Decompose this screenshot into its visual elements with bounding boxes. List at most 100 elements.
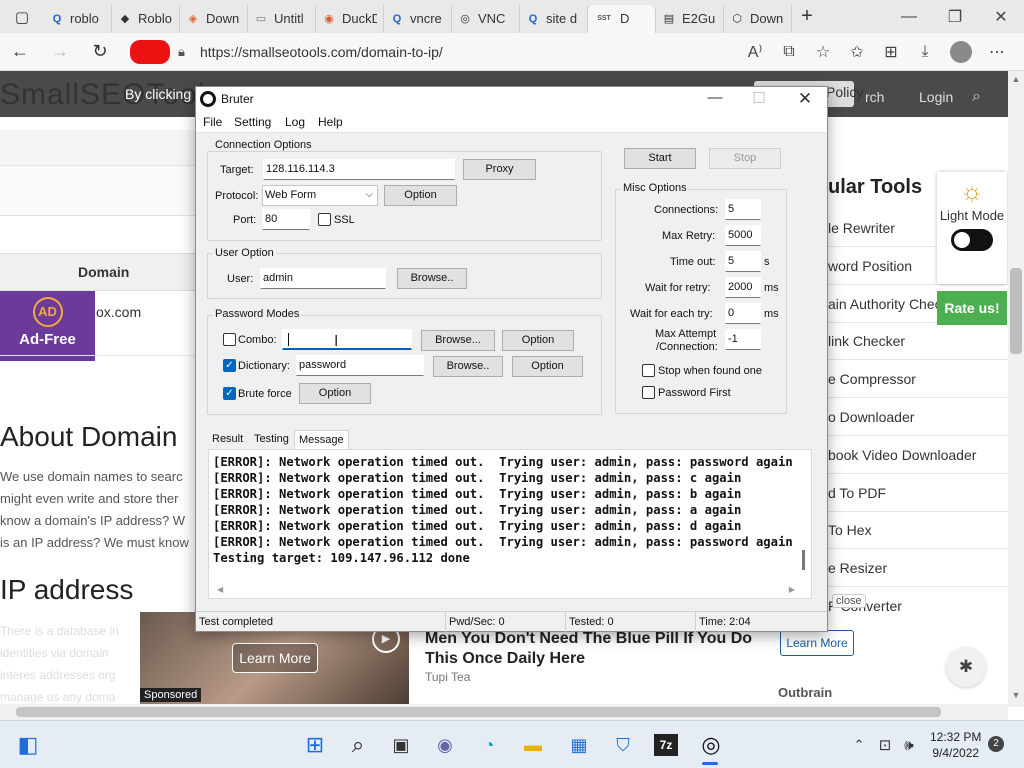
dictionary-browse-button[interactable]: Browse.. — [433, 356, 503, 377]
browser-tab[interactable]: ▭ Untitl — [248, 4, 316, 33]
rate-us-button[interactable]: Rate us! — [937, 291, 1007, 325]
dictionary-checkbox[interactable]: ✓ — [223, 359, 236, 372]
max-retry-input[interactable]: 5000 — [725, 225, 761, 246]
back-icon[interactable]: ← — [0, 33, 40, 71]
combo-checkbox[interactable] — [223, 333, 236, 346]
connections-input[interactable]: 5 — [725, 199, 761, 220]
browser-tab[interactable]: Qsite d — [520, 4, 588, 33]
bruter-minimize-icon[interactable]: — — [693, 89, 737, 106]
tool-link[interactable]: book Video Downloader — [828, 436, 1008, 474]
page-scrollbar-thumb[interactable] — [1010, 268, 1022, 354]
menu-setting[interactable]: Setting — [234, 115, 271, 129]
browser-tab[interactable]: ▤ E2Gu — [656, 4, 724, 33]
browser-tab[interactable]: ⬡ Down — [724, 4, 792, 33]
add-favorite-icon[interactable]: ☆ — [806, 42, 840, 62]
bruter-close-icon[interactable]: ✕ — [783, 89, 827, 109]
tool-link[interactable]: link Checker — [828, 322, 1008, 361]
password-first-checkbox[interactable] — [642, 386, 655, 399]
volume-icon[interactable]: 🕪︎ — [896, 732, 922, 758]
taskbar-clock[interactable]: 12:32 PM 9/4/2022 — [930, 729, 981, 761]
tab-actions-icon[interactable]: ▢ — [0, 0, 44, 33]
scroll-right-icon[interactable]: ▶ — [789, 585, 795, 594]
ssl-checkbox[interactable] — [318, 213, 331, 226]
tool-link[interactable]: o Downloader — [828, 398, 1008, 436]
page-scrollbar[interactable] — [1008, 71, 1024, 707]
menu-help[interactable]: Help — [318, 115, 343, 129]
tab-message[interactable]: Message — [294, 430, 349, 450]
stop-button[interactable]: Stop — [709, 148, 781, 169]
ad-learn-more-button[interactable]: Learn More — [780, 630, 854, 656]
wait-retry-input[interactable]: 2000 — [725, 277, 761, 298]
browser-tab[interactable]: ◆ Roblo — [112, 4, 180, 33]
tool-link[interactable]: e Resizer — [828, 549, 1008, 588]
tool-link[interactable]: d To PDF — [828, 474, 1008, 512]
brute-force-checkbox[interactable]: ✓ — [223, 387, 236, 400]
url-field[interactable]: 🔒︎ https://smallseotools.com/domain-to-i… — [178, 38, 658, 66]
user-input[interactable]: admin — [260, 268, 386, 289]
chevron-up-icon[interactable]: ⌃ — [846, 732, 872, 758]
more-menu-icon[interactable]: ⋯ — [980, 42, 1014, 62]
forward-icon[interactable]: → — [40, 33, 80, 71]
tool-link[interactable]: e Compressor — [828, 360, 1008, 399]
file-explorer-icon[interactable]: ▬ — [520, 732, 546, 758]
maximize-icon[interactable]: ❐ — [932, 0, 978, 33]
tab-result[interactable]: Result — [208, 430, 247, 450]
dictionary-input[interactable]: password — [296, 355, 424, 376]
close-icon[interactable]: ✕ — [978, 0, 1024, 33]
browser-tab[interactable]: ◉ DuckD — [316, 4, 384, 33]
security-shield-icon[interactable]: ⛉ — [610, 732, 636, 758]
browser-tab[interactable]: ◈ Down — [180, 4, 248, 33]
refresh-icon[interactable]: ↻ — [80, 33, 120, 71]
scroll-left-icon[interactable]: ◀ — [217, 585, 223, 594]
max-attempt-input[interactable]: -1 — [725, 329, 761, 350]
edge-icon[interactable]: ◔ — [476, 732, 502, 758]
scroll-down-icon[interactable]: ▼ — [1008, 690, 1024, 700]
outbrain-logo[interactable]: Outbrain — [778, 685, 832, 700]
dictionary-option-button[interactable]: Option — [512, 356, 583, 377]
taskbar-search-icon[interactable]: ⌕ — [345, 732, 371, 758]
notification-badge[interactable]: 2 — [988, 736, 1004, 752]
downloads-icon[interactable]: ⤓ — [908, 43, 942, 61]
menu-file[interactable]: File — [203, 115, 222, 129]
menu-log[interactable]: Log — [285, 115, 305, 129]
app-available-icon[interactable]: ⧉ — [772, 43, 806, 61]
combo-option-button[interactable]: Option — [502, 330, 574, 351]
log-vertical-scroll-thumb[interactable] — [802, 550, 805, 570]
stop-when-found-checkbox[interactable] — [642, 364, 655, 377]
store-icon[interactable]: ▦ — [566, 732, 592, 758]
chat-icon[interactable]: ◉ — [432, 732, 458, 758]
combo-input[interactable] — [282, 329, 412, 350]
browser-tab[interactable]: ◎ VNC — [452, 4, 520, 33]
light-mode-toggle[interactable] — [951, 229, 993, 251]
ad-headline[interactable]: Men You Don't Need The Blue Pill If You … — [425, 629, 770, 669]
brute-force-option-button[interactable]: Option — [299, 383, 371, 404]
profile-avatar[interactable] — [950, 41, 972, 63]
proxy-button[interactable]: Proxy — [463, 159, 536, 180]
sevenzip-icon[interactable]: 7z — [654, 734, 678, 756]
favorites-icon[interactable]: ✩ — [840, 42, 874, 62]
nav-login-link[interactable]: Login — [919, 89, 953, 105]
ad-image-learn-more-button[interactable]: Learn More — [232, 643, 318, 673]
nav-search-link[interactable]: rch — [865, 89, 884, 105]
start-button[interactable]: Start — [624, 148, 696, 169]
start-icon[interactable]: ⊞ — [302, 732, 328, 758]
task-view-icon[interactable]: ▣ — [388, 732, 414, 758]
protocol-option-button[interactable]: Option — [384, 185, 457, 206]
browser-tab[interactable]: Qroblo — [44, 4, 112, 33]
minimize-icon[interactable]: — — [886, 0, 932, 33]
bruter-maximize-icon[interactable]: ☐ — [737, 89, 781, 107]
combo-browse-button[interactable]: Browse... — [421, 330, 495, 351]
horizontal-scrollbar-thumb[interactable] — [16, 707, 941, 717]
close-ad-button[interactable]: close — [832, 594, 866, 608]
new-tab-button[interactable]: + — [792, 5, 822, 28]
site-search-icon[interactable]: ⌕ — [972, 88, 981, 106]
target-input[interactable]: 128.116.114.3 — [263, 159, 455, 180]
user-browse-button[interactable]: Browse.. — [397, 268, 467, 289]
timeout-input[interactable]: 5 — [725, 251, 761, 272]
log-horizontal-scrollbar[interactable]: ◀ ▶ — [209, 584, 811, 598]
protocol-select[interactable]: Web Form ⌵ — [262, 185, 378, 206]
tool-link[interactable]: To Hex — [828, 511, 1008, 550]
browser-tab[interactable]: SST D — [588, 4, 656, 33]
message-log[interactable]: [ERROR]: Network operation timed out. Tr… — [208, 449, 812, 599]
tab-testing[interactable]: Testing — [250, 430, 293, 450]
